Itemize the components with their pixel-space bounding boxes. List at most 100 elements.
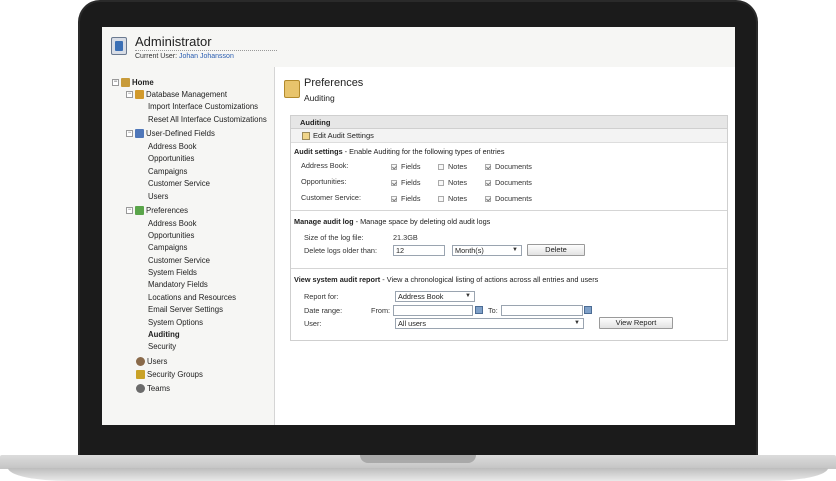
- sidebar-item-pref-campaigns[interactable]: Campaigns: [148, 242, 187, 253]
- sidebar-item-udf-campaigns[interactable]: Campaigns: [148, 166, 187, 177]
- checkbox-label: Fields: [401, 178, 421, 187]
- sidebar-item-udf-opportunities[interactable]: Opportunities: [148, 153, 194, 164]
- sidebar-item-home[interactable]: − Home: [112, 77, 154, 88]
- sidebar-item-teams[interactable]: Teams: [136, 383, 170, 394]
- auditing-panel: Auditing Edit Audit Settings Audit setti…: [290, 115, 728, 341]
- sidebar-item-preferences[interactable]: − Preferences: [126, 205, 188, 216]
- checkbox-box[interactable]: [391, 196, 397, 203]
- report-desc: - View a chronological listing of action…: [380, 275, 599, 284]
- view-report-button[interactable]: View Report: [599, 317, 673, 329]
- documents-checkbox[interactable]: Documents: [485, 162, 532, 171]
- database-icon: [135, 90, 144, 100]
- delete-older-label: Delete logs older than:: [304, 246, 378, 255]
- notes-checkbox[interactable]: Notes: [438, 162, 467, 171]
- calendar-icon[interactable]: [475, 306, 483, 314]
- checkbox-box[interactable]: [485, 196, 491, 203]
- audit-row-label: Customer Service:: [301, 193, 362, 202]
- edit-audit-settings-label: Edit Audit Settings: [313, 131, 374, 140]
- checkbox-box[interactable]: [438, 180, 444, 187]
- fields-checkbox[interactable]: Fields: [391, 194, 420, 203]
- documents-checkbox[interactable]: Documents: [485, 178, 532, 187]
- from-date-input[interactable]: [393, 305, 473, 316]
- sidebar-item-pref-customer-service[interactable]: Customer Service: [148, 255, 210, 266]
- checkbox-box[interactable]: [438, 164, 444, 171]
- audit-settings-desc: - Enable Auditing for the following type…: [342, 147, 505, 156]
- sidebar-item-import-customizations[interactable]: Import Interface Customizations: [148, 101, 258, 112]
- user-select[interactable]: All users ▼: [395, 318, 584, 329]
- sidebar-item-label: Home: [132, 78, 154, 87]
- collapse-icon[interactable]: −: [126, 207, 133, 215]
- sidebar-item-pref-security[interactable]: Security: [148, 341, 176, 352]
- checkbox-label: Documents: [495, 194, 532, 203]
- admin-tools-icon: [111, 37, 127, 55]
- fields-icon: [135, 129, 144, 139]
- audit-row-label: Address Book:: [301, 161, 349, 170]
- notes-checkbox[interactable]: Notes: [438, 178, 467, 187]
- fields-checkbox[interactable]: Fields: [391, 162, 420, 171]
- sidebar-item-pref-locations[interactable]: Locations and Resources: [148, 292, 236, 303]
- checkbox-label: Notes: [448, 162, 468, 171]
- checkbox-label: Notes: [448, 178, 468, 187]
- checkbox-label: Fields: [401, 162, 421, 171]
- section-title: Preferences: [304, 77, 364, 89]
- sidebar-item-security-groups[interactable]: Security Groups: [136, 369, 203, 380]
- sidebar-item-label: Preferences: [146, 206, 189, 215]
- sidebar-item-user-defined-fields[interactable]: − User-Defined Fields: [126, 128, 215, 139]
- sidebar-item-pref-system-options[interactable]: System Options: [148, 317, 203, 328]
- fields-checkbox[interactable]: Fields: [391, 178, 420, 187]
- sidebar-item-pref-address-book[interactable]: Address Book: [148, 218, 197, 229]
- chevron-down-icon: ▼: [465, 293, 471, 299]
- delete-age-input[interactable]: 12: [393, 245, 445, 256]
- delete-button[interactable]: Delete: [527, 244, 585, 256]
- checkbox-box[interactable]: [485, 164, 491, 171]
- sidebar-item-pref-email-server[interactable]: Email Server Settings: [148, 304, 223, 315]
- report-for-select[interactable]: Address Book ▼: [395, 291, 475, 302]
- sidebar-item-pref-opportunities[interactable]: Opportunities: [148, 230, 194, 241]
- panel-header: Auditing: [291, 116, 727, 129]
- sidebar-item-users[interactable]: Users: [136, 356, 167, 367]
- sidebar-item-pref-mandatory-fields[interactable]: Mandatory Fields: [148, 279, 208, 290]
- report-title: View system audit report: [294, 275, 381, 284]
- edit-audit-settings-button[interactable]: Edit Audit Settings: [302, 131, 374, 141]
- preferences-icon: [284, 80, 300, 98]
- current-user-link[interactable]: Johan Johansson: [179, 53, 234, 60]
- teams-icon: [136, 384, 145, 394]
- delete-unit-value: Month(s): [455, 246, 484, 255]
- edit-icon: [302, 132, 310, 141]
- panel-title: Auditing: [300, 118, 331, 127]
- home-icon: [121, 78, 130, 88]
- sidebar-item-pref-auditing[interactable]: Auditing: [148, 329, 180, 340]
- sidebar-item-database-management[interactable]: − Database Management: [126, 89, 227, 100]
- sidebar-item-label: User-Defined Fields: [146, 129, 215, 138]
- checkbox-box[interactable]: [391, 180, 397, 187]
- sidebar-item-label: Teams: [147, 384, 170, 393]
- calendar-icon[interactable]: [584, 306, 592, 314]
- sidebar-item-udf-users[interactable]: Users: [148, 191, 168, 202]
- sidebar-item-pref-system-fields[interactable]: System Fields: [148, 267, 197, 278]
- checkbox-label: Notes: [448, 194, 468, 203]
- documents-checkbox[interactable]: Documents: [485, 194, 532, 203]
- notes-checkbox[interactable]: Notes: [438, 194, 467, 203]
- to-date-input[interactable]: [501, 305, 583, 316]
- audit-settings-title: Audit settings: [294, 147, 343, 156]
- collapse-icon[interactable]: −: [126, 91, 133, 99]
- sidebar-item-udf-customer-service[interactable]: Customer Service: [148, 178, 210, 189]
- user-select-value: All users: [398, 319, 426, 328]
- collapse-icon[interactable]: −: [112, 79, 119, 87]
- user-label: User:: [304, 319, 322, 328]
- audit-settings-heading: Audit settings - Enable Auditing for the…: [294, 147, 505, 156]
- log-size-label: Size of the log file:: [304, 233, 364, 242]
- chevron-down-icon: ▼: [512, 247, 518, 253]
- checkbox-box[interactable]: [485, 180, 491, 187]
- stage: Administrator Current User: Johan Johans…: [0, 0, 836, 481]
- user-icon: [136, 357, 145, 367]
- collapse-icon[interactable]: −: [126, 130, 133, 138]
- section-divider: [291, 210, 727, 211]
- sidebar-item-udf-address-book[interactable]: Address Book: [148, 141, 197, 152]
- sidebar-item-reset-customizations[interactable]: Reset All Interface Customizations: [148, 114, 267, 125]
- checkbox-box[interactable]: [438, 196, 444, 203]
- delete-unit-select[interactable]: Month(s) ▼: [452, 245, 522, 256]
- manage-log-desc: - Manage space by deleting old audit log…: [353, 217, 491, 226]
- manage-log-title: Manage audit log: [294, 217, 354, 226]
- checkbox-box[interactable]: [391, 164, 397, 171]
